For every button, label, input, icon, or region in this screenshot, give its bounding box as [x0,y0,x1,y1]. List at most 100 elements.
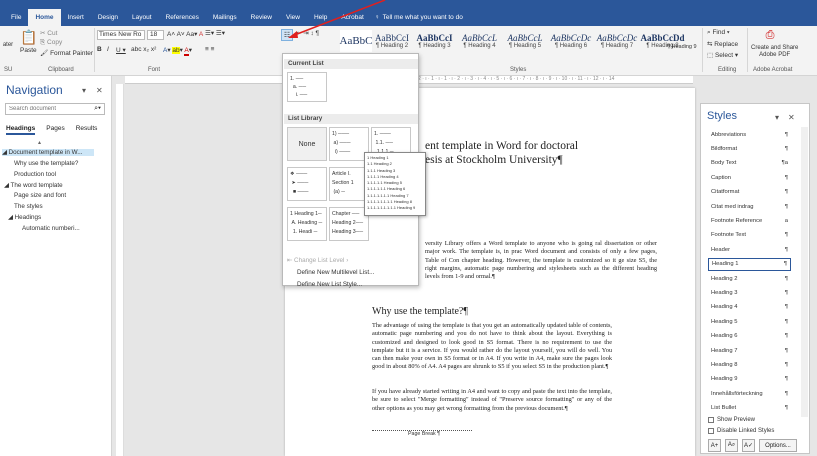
font-size-select[interactable]: 18 [147,30,164,40]
font-name-select[interactable]: Times New Ro [97,30,145,40]
tab-view[interactable]: View [279,9,307,26]
style-item[interactable]: Heading 3 ¶ [708,286,791,299]
create-pdf-button[interactable]: Create and Share Adobe PDF [751,45,798,59]
nav-item[interactable]: ◢ Document template in W... [2,149,94,156]
style-inspector-button[interactable]: A⌕ [725,439,738,452]
copy-button[interactable]: ⎘ Copy [40,39,62,47]
nav-item[interactable]: Why use the template? [14,160,78,167]
italic-button[interactable]: I [107,46,109,53]
style-item[interactable]: Innehållsförteckning ¶ [708,387,791,400]
styles-scrollbar[interactable] [801,127,808,417]
select-button[interactable]: ⬚ Select ▾ [707,51,738,59]
style-item[interactable]: Heading 6 ¶ [708,330,791,343]
underline-button[interactable]: U ▾ [116,46,126,54]
search-icon[interactable]: ⌕▾ [94,105,101,113]
format-painter-button[interactable]: 🖌 Format Painter [40,49,93,57]
tab-home[interactable]: Home [28,9,61,26]
nav-item[interactable]: Production tool [14,171,56,178]
style-item[interactable]: Header ¶ [708,243,791,256]
disable-linked-checkbox[interactable]: Disable Linked Styles [708,428,774,434]
style-heading9[interactable]: ¶ Heading 9 [667,44,697,50]
tab-pages[interactable]: Pages [46,125,64,135]
collapse-up-icon[interactable]: ▴ [38,139,41,146]
tab-results[interactable]: Results [76,125,98,135]
tell-me-box[interactable]: ♀ Tell me what you want to do [375,14,463,21]
style-item[interactable]: Body Text ¶a [708,157,791,170]
list-option[interactable]: 1 Heading 1─ A. Heading ─ 1. Headi ─ [287,207,327,241]
manage-styles-button[interactable]: A✓ [742,439,755,452]
options-button[interactable]: Options... [759,439,797,452]
list-none[interactable]: None [287,127,327,161]
nav-search-box[interactable]: ⌕▾ [5,103,105,115]
nav-item[interactable]: Automatic numberi... [22,225,80,232]
style-heading7[interactable]: AaBbCcDc ¶ Heading 7 [594,30,640,52]
style-heading4[interactable]: AaBbCcL ¶ Heading 4 [457,30,502,52]
cut-button[interactable]: ✂ Cut [40,29,57,37]
style-item[interactable]: List Bullet ¶ [708,402,791,415]
close-icon[interactable]: ✕ [788,113,795,122]
text-effects-highlight-color[interactable]: A▾ ab▾ A▾ [163,46,192,56]
new-style-button[interactable]: A+ [708,439,721,452]
change-list-level[interactable]: ⇤ Change List Level › [287,257,348,264]
show-preview-checkbox[interactable]: Show Preview [708,417,755,423]
style-item[interactable]: Heading 1 ¶ [708,257,791,271]
style-item[interactable]: Heading 5 ¶ [708,315,791,328]
tab-references[interactable]: References [159,9,206,26]
editing-group-label: Editing [718,67,737,73]
style-item[interactable]: Heading 8 ¶ [708,358,791,371]
style-item[interactable]: Heading 7 ¶ [708,344,791,357]
define-list-style[interactable]: Define New List Style... [297,281,362,288]
chevron-down-icon[interactable]: ▾ [775,113,779,122]
nav-item[interactable]: Page size and font [14,192,66,199]
define-multilevel-list[interactable]: Define New Multilevel List... [297,269,374,276]
tab-help[interactable]: Help [307,9,334,26]
style-item[interactable]: Heading 9 ¶ [708,373,791,386]
style-item-name: Citat med indrag [711,203,754,210]
style-item[interactable]: Abbreviations ¶ [708,128,791,141]
style-item[interactable]: Bildformat ¶ [708,142,791,155]
style-item[interactable]: Citat med indrag ¶ [708,200,791,213]
style-heading3[interactable]: AaBbCcI ¶ Heading 3 [412,30,457,52]
tab-design[interactable]: Design [91,9,125,26]
style-item[interactable]: Citatformat ¶ [708,186,791,199]
search-input[interactable] [9,106,89,112]
chevron-down-icon[interactable]: ▾ [82,86,86,95]
bold-button[interactable]: B [97,46,102,53]
close-icon[interactable]: ✕ [96,86,103,95]
style-item[interactable]: Footnote Text ¶ [708,229,791,242]
list-option[interactable]: Article I. Section 1 (a) ─ [329,167,369,201]
font-size-buttons[interactable]: A˄ A˅ Aa▾ A [167,30,203,38]
tab-acrobat[interactable]: Acrobat [334,9,370,26]
style-item[interactable]: Heading 4 ¶ [708,301,791,314]
list-buttons[interactable]: ☰▾ ☰▾ [205,29,225,37]
style-item[interactable]: Footnote Reference a [708,214,791,227]
tab-review[interactable]: Review [244,9,279,26]
paste-partial-button[interactable]: ater [0,30,16,60]
list-option[interactable]: ❖ ─── ➤ ─── ■ ─── [287,167,327,201]
style-heading6[interactable]: AaBbCcDc ¶ Heading 6 [548,30,594,52]
tab-layout[interactable]: Layout [125,9,159,26]
nav-item[interactable]: The styles [14,203,43,210]
style-heading1[interactable]: AaBbC [340,30,373,52]
align-buttons[interactable]: ≡ ≡ [205,46,214,53]
nav-item[interactable]: ◢ Headings [8,214,41,221]
current-list-item[interactable]: 1. ── a. ── i. ── [287,72,327,102]
style-item[interactable]: Caption ¶ [708,171,791,184]
style-item[interactable]: Heading 2 ¶ [708,272,791,285]
checkbox-box [708,428,714,434]
indent-buttons[interactable]: ⇤ ⇥ ↕ ¶ [296,29,319,37]
strike-sub-sup-buttons[interactable]: abc x₂ x² [131,46,156,53]
list-option[interactable]: Chapter ── Heading 2── Heading 3── [329,207,369,241]
tab-mailings[interactable]: Mailings [206,9,244,26]
multilevel-list-button[interactable]: ☷ [281,29,293,41]
tab-insert[interactable]: Insert [61,9,91,26]
replace-button[interactable]: ⇆ Replace [707,40,738,48]
tab-file[interactable]: File [4,9,28,26]
find-button[interactable]: ⌕ Find ▾ [707,29,730,37]
list-option[interactable]: 1) ─── a) ─── i) ─── [329,127,369,161]
style-heading5[interactable]: AaBbCcL ¶ Heading 5 [502,30,548,52]
paste-label[interactable]: Paste [20,47,37,54]
style-heading2[interactable]: AaBbCcI ¶ Heading 2 [372,30,412,52]
nav-item[interactable]: ◢ The word template [4,182,63,189]
tab-headings[interactable]: Headings [6,125,36,135]
